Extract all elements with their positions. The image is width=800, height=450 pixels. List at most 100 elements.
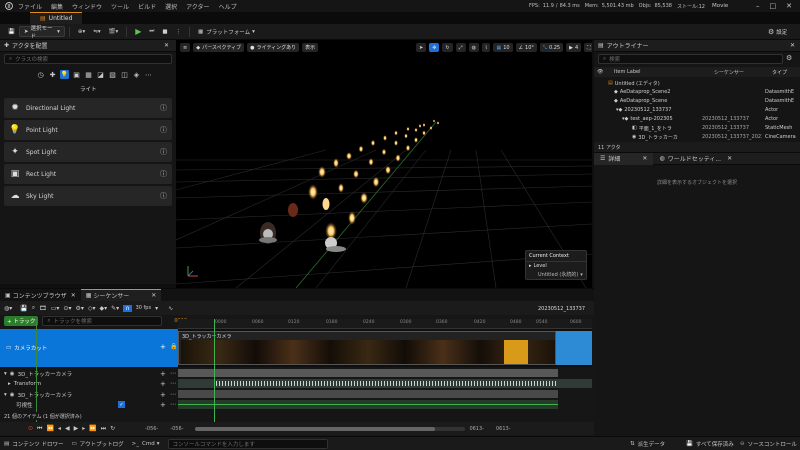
more-icon[interactable]: ⋯ xyxy=(170,380,176,387)
minimize-icon[interactable]: – xyxy=(756,2,760,10)
help-icon[interactable]: ⓘ xyxy=(160,103,172,113)
prev-key-icon[interactable]: ⏪ xyxy=(46,425,53,432)
console-input[interactable]: コンソールコマンドを入力します xyxy=(167,438,328,449)
level-viewport[interactable]: ≡ ◆ パースペクティブ ● ライティングあり 表示 ➤ ✥ ↻ ⤢ ◍ ⌇ ▦… xyxy=(176,40,592,288)
visual-effects-icon[interactable]: ▦ xyxy=(84,70,93,79)
maximize-viewport-icon[interactable]: ⛶ xyxy=(584,43,592,52)
view-icon[interactable]: ⊙▾ xyxy=(63,305,71,312)
menu-edit[interactable]: 編集 xyxy=(51,2,63,11)
scale-tool-icon[interactable]: ⤢ xyxy=(455,43,466,52)
close-icon[interactable]: ✕ xyxy=(786,2,792,10)
step-icon[interactable]: ⏭ xyxy=(145,26,158,37)
timeline-ruler[interactable]: 0000 0060 0120 0180 0240 0300 0360 0420 … xyxy=(178,319,592,329)
close-icon[interactable]: ✕ xyxy=(71,292,76,299)
place-item-directional-light[interactable]: ✹ Directional Light ⓘ xyxy=(4,98,172,118)
track-search-input[interactable]: ⌕ トラックを検索 xyxy=(42,316,163,326)
tree-row[interactable]: ▤ Untitled (エディタ) xyxy=(594,79,800,87)
visibility-lane[interactable] xyxy=(178,400,558,409)
outliner-search-input[interactable]: ⌕ 検索 xyxy=(598,54,783,64)
add-icon[interactable]: + xyxy=(160,380,166,388)
close-icon[interactable]: ✕ xyxy=(151,292,156,299)
tree-row[interactable]: ▾◆ 20230512_133737 Actor xyxy=(594,106,800,114)
curve-editor-icon[interactable]: ∿ xyxy=(168,305,173,312)
tree-row[interactable]: ▾◆ test_aep-202305 20230512_133737 Actor xyxy=(594,115,800,123)
world-icon[interactable]: ◍▾ xyxy=(4,305,12,312)
close-icon[interactable]: ✕ xyxy=(790,42,795,49)
scrollbar-thumb[interactable] xyxy=(195,426,436,431)
tree-row[interactable]: ◉ 3D_トラッカーカ 20230512_133737_20230512_1 C… xyxy=(594,133,800,141)
close-icon[interactable]: ✕ xyxy=(164,42,169,49)
col-label[interactable]: Item Label xyxy=(614,69,668,75)
show-button[interactable]: 表示 xyxy=(302,43,319,52)
col-sequencer[interactable]: シーケンサー xyxy=(668,69,772,76)
tree-row[interactable]: ◆ AeDataprop_Scene DatasmithE xyxy=(594,97,800,105)
add-icon[interactable]: + xyxy=(160,343,166,351)
shapes-icon[interactable]: ◈ xyxy=(132,70,141,79)
next-key-icon[interactable]: ⏩ xyxy=(89,425,96,432)
unreal-logo-icon[interactable] xyxy=(0,0,18,12)
fps-dropdown[interactable]: 30 fps xyxy=(136,305,152,311)
lights-category-icon[interactable]: 💡 xyxy=(60,70,69,79)
add-icon[interactable]: + xyxy=(160,391,166,399)
grid-snap-button[interactable]: ▦ 10 xyxy=(493,43,513,52)
reverse-play-icon[interactable]: ◀ xyxy=(65,425,70,432)
tab-content-browser[interactable]: ▣ コンテンツブラウザ ✕ xyxy=(0,289,81,301)
rotate-tool-icon[interactable]: ↻ xyxy=(442,43,453,52)
brush-icon[interactable]: ✎▾ xyxy=(111,305,119,312)
visibility-icon[interactable]: 👁 xyxy=(594,69,614,75)
select-tool-icon[interactable]: ➤ xyxy=(416,43,427,52)
track-visibility[interactable]: 可視性 ✓ + ⋯ xyxy=(0,400,178,409)
track-transform[interactable]: ▸ Transform + ⋯ xyxy=(0,379,178,388)
tree-row[interactable]: ◧ 平面_1_をトラ 20230512_133737 StaticMesh xyxy=(594,124,800,132)
source-control-button[interactable]: ⊖ ソースコントロール xyxy=(740,440,797,448)
tab-world-settings[interactable]: ◍ ワールドセッティ... ✕ xyxy=(653,153,738,165)
range-start-2[interactable]: -056- xyxy=(170,426,183,432)
filter-icon[interactable]: ⚙▾ xyxy=(75,305,83,312)
timeline-scrollbar[interactable] xyxy=(195,426,466,431)
place-item-rect-light[interactable]: ▣ Rect Light ⓘ xyxy=(4,164,172,184)
record-icon[interactable]: ⊙ xyxy=(28,425,33,432)
more-icon[interactable]: ⋯ xyxy=(144,70,153,79)
translate-tool-icon[interactable]: ✥ xyxy=(429,43,440,52)
output-log-button[interactable]: ▭ アウトプットログ xyxy=(71,440,123,448)
render-icon[interactable]: 🎞 xyxy=(39,305,47,312)
range-end[interactable]: 0613- xyxy=(469,426,484,432)
all-classes-icon[interactable]: ◫ xyxy=(120,70,129,79)
menu-build[interactable]: ビルド xyxy=(138,2,156,11)
track-camera-cuts[interactable]: ▭ カメラカット + 🔒 xyxy=(0,329,178,367)
col-type[interactable]: タイプ xyxy=(772,69,800,76)
visibility-checkbox[interactable]: ✓ xyxy=(118,401,125,408)
track-camera-component[interactable]: ▾ ◉ 3D_トラッカーカメラ + ⋯ xyxy=(0,390,178,399)
range-start[interactable]: -056- xyxy=(145,426,158,432)
volumes-icon[interactable]: ▧ xyxy=(108,70,117,79)
rotation-snap-button[interactable]: ∠ 10° xyxy=(515,43,537,52)
select-mode-dropdown[interactable]: ➤ 選択モード ▾ xyxy=(18,26,65,40)
range-end-2[interactable]: 0613- xyxy=(496,426,511,432)
camera-component-bar[interactable] xyxy=(178,390,558,398)
menu-select[interactable]: 選択 xyxy=(165,2,177,11)
filter-icon[interactable]: ⚙ xyxy=(786,54,792,62)
help-icon[interactable]: ⓘ xyxy=(160,169,172,179)
search-icon[interactable]: ⌕ xyxy=(32,304,35,312)
content-drawer-button[interactable]: ▤ コンテンツ ドロワー xyxy=(4,440,63,448)
help-icon[interactable]: ⓘ xyxy=(160,191,172,201)
cmd-dropdown[interactable]: >_ Cmd ▾ xyxy=(132,441,160,447)
world-space-icon[interactable]: ◍ xyxy=(468,43,479,52)
geometry-icon[interactable]: ◪ xyxy=(96,70,105,79)
magnet-snap-icon[interactable]: ∩ xyxy=(123,304,132,312)
camera-cut-clip[interactable]: 3D_トラッカーカメラ xyxy=(178,331,556,365)
camera-speed-button[interactable]: ▶ 4 xyxy=(566,43,582,52)
add-track-button[interactable]: + トラック xyxy=(4,316,39,326)
lock-icon[interactable]: 🔒 xyxy=(170,343,177,350)
camera-cut-lane[interactable]: 3D_トラッカーカメラ xyxy=(178,329,592,367)
transform-keys[interactable] xyxy=(216,381,556,386)
lighting-button[interactable]: ● ライティングあり xyxy=(247,43,300,52)
class-search-input[interactable]: ⌕ クラスの検索 xyxy=(4,54,172,64)
close-icon[interactable]: ✕ xyxy=(727,155,732,162)
cinematic-icon[interactable]: ▣ xyxy=(72,70,81,79)
more-icon[interactable]: ⋯ xyxy=(170,401,176,408)
menu-actor[interactable]: アクター xyxy=(186,2,209,11)
more-icon[interactable]: ⋯ xyxy=(170,370,176,377)
scale-snap-button[interactable]: ⤡ 0.25 xyxy=(539,43,564,52)
step-back-icon[interactable]: ◂ xyxy=(58,425,61,432)
